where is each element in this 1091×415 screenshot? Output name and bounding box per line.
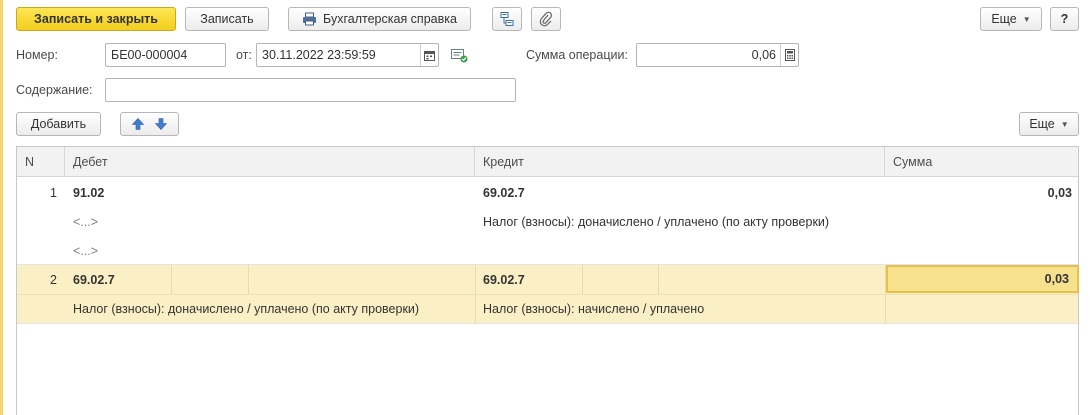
- debit-account[interactable]: 91.02: [65, 178, 475, 207]
- accounting-report-label: Бухгалтерская справка: [323, 12, 457, 26]
- save-and-close-label: Записать и закрыть: [34, 12, 158, 26]
- debit-subconto-2[interactable]: <...>: [65, 236, 475, 265]
- printer-icon: [302, 12, 317, 26]
- number-label: Номер:: [16, 48, 58, 62]
- post-document-icon[interactable]: [451, 49, 468, 63]
- table-more-label: Еще: [1029, 117, 1055, 131]
- more-menu-label: Еще: [991, 12, 1017, 26]
- arrow-up-icon[interactable]: [131, 117, 145, 131]
- amount-field[interactable]: 0,06: [636, 43, 799, 67]
- amount-label: Сумма операции:: [526, 48, 628, 62]
- number-value: БЕ00-000004: [111, 48, 188, 62]
- column-divider: [171, 265, 172, 294]
- column-header-sum[interactable]: Сумма: [885, 147, 1080, 177]
- date-label: от:: [236, 48, 252, 62]
- attachments-button[interactable]: [531, 7, 561, 31]
- content-field[interactable]: [105, 78, 516, 102]
- help-label: ?: [1060, 12, 1069, 26]
- table-header: N Дебет Кредит Сумма: [17, 147, 1078, 177]
- column-divider: [582, 265, 583, 294]
- column-header-credit[interactable]: Кредит: [475, 147, 885, 177]
- document-structure-icon: [499, 11, 515, 27]
- column-header-n[interactable]: N: [17, 147, 65, 177]
- chevron-down-icon: ▼: [1022, 14, 1031, 24]
- sum-value-active-cell[interactable]: 0,03: [886, 265, 1079, 293]
- calculator-icon[interactable]: [780, 44, 798, 66]
- column-header-debit[interactable]: Дебет: [65, 147, 475, 177]
- arrow-down-icon[interactable]: [154, 117, 168, 131]
- credit-subconto-1[interactable]: Налог (взносы): начислено / уплачено: [475, 294, 885, 323]
- more-menu-button[interactable]: Еще ▼: [980, 7, 1042, 31]
- column-divider: [658, 265, 659, 294]
- row-divider: [17, 323, 1078, 324]
- credit-subconto-1[interactable]: Налог (взносы): доначислено / уплачено (…: [475, 207, 885, 236]
- save-button[interactable]: Записать: [185, 7, 269, 31]
- number-field[interactable]: БЕ00-000004: [105, 43, 226, 67]
- row-number: 1: [50, 185, 57, 200]
- sum-value[interactable]: 0,03: [885, 178, 1080, 207]
- credit-account[interactable]: 69.02.7: [475, 265, 582, 294]
- save-label: Записать: [200, 12, 254, 26]
- date-value: 30.11.2022 23:59:59: [262, 48, 376, 62]
- save-and-close-button[interactable]: Записать и закрыть: [16, 7, 176, 31]
- table-row[interactable]: 1 91.02 <...> <...> 69.02.7 Налог (взнос…: [17, 178, 1078, 265]
- credit-account[interactable]: 69.02.7: [475, 178, 885, 207]
- add-row-label: Добавить: [30, 117, 87, 131]
- debit-account[interactable]: 69.02.7: [65, 265, 171, 294]
- date-field[interactable]: 30.11.2022 23:59:59: [256, 43, 439, 67]
- left-accent-strip: [0, 0, 3, 415]
- paperclip-icon: [539, 11, 553, 27]
- table-row-selected[interactable]: 2 69.02.7 Налог (взносы): доначислено / …: [17, 265, 1079, 323]
- row-number: 2: [50, 272, 57, 287]
- amount-value: 0,06: [751, 48, 776, 62]
- chevron-down-icon: ▼: [1060, 119, 1069, 129]
- move-rows-buttons: [120, 112, 179, 136]
- table-more-button[interactable]: Еще ▼: [1019, 112, 1079, 136]
- calendar-icon[interactable]: [420, 44, 438, 66]
- column-divider: [248, 265, 249, 294]
- add-row-button[interactable]: Добавить: [16, 112, 101, 136]
- entries-table: N Дебет Кредит Сумма 1 91.02 <...> <...>…: [16, 146, 1079, 415]
- document-structure-button[interactable]: [492, 7, 522, 31]
- debit-subconto-1[interactable]: Налог (взносы): доначислено / уплачено (…: [65, 294, 475, 323]
- accounting-report-button[interactable]: Бухгалтерская справка: [288, 7, 471, 31]
- content-label: Содержание:: [16, 83, 93, 97]
- debit-subconto-1[interactable]: <...>: [65, 207, 475, 236]
- help-button[interactable]: ?: [1050, 7, 1079, 31]
